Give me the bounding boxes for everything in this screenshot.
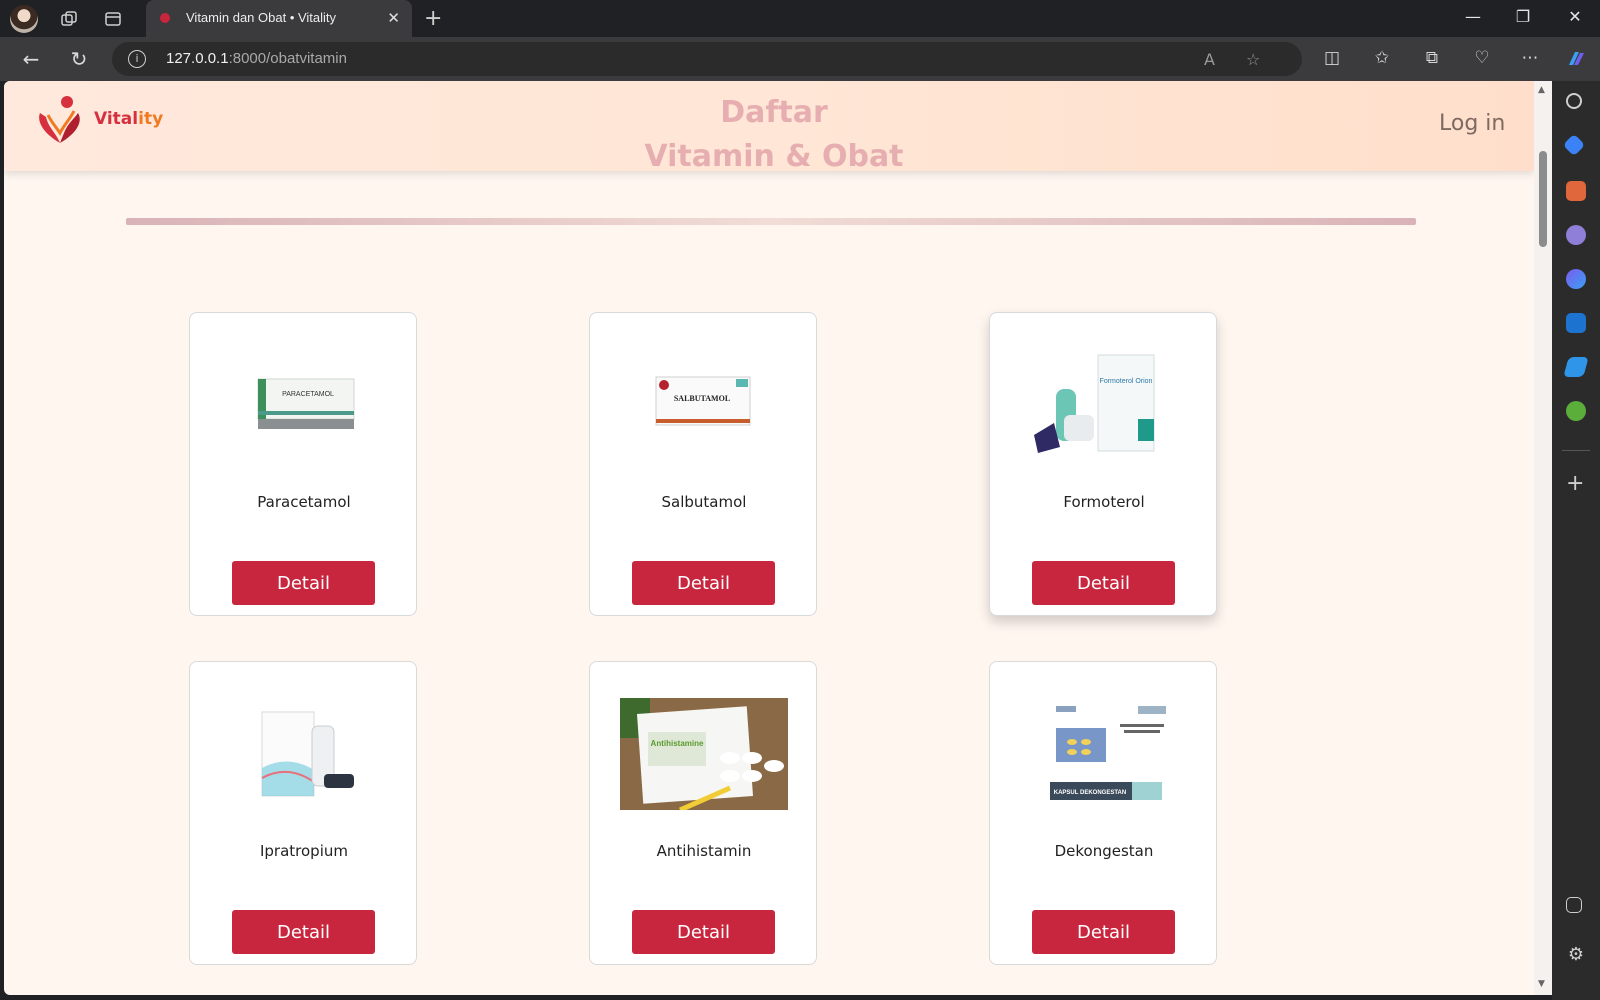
page-title: Daftar Vitamin & Obat: [634, 91, 914, 179]
detail-button-salbutamol[interactable]: Detail: [632, 561, 775, 605]
read-aloud-icon[interactable]: A: [1204, 50, 1215, 69]
sidebar-screenshot-icon[interactable]: [1566, 897, 1582, 913]
new-tab-icon[interactable]: +: [424, 6, 442, 31]
browser-toolbar: ← ↻ i 127.0.0.1:8000/obatvitamin A ☆ ◫ ✩…: [0, 37, 1600, 81]
tab-favicon-icon: [160, 13, 170, 23]
logo-text-main: Vital: [94, 109, 139, 129]
sidebar-games-icon[interactable]: [1566, 225, 1586, 245]
paracetamol-package-image: PARACETAMOL: [257, 378, 355, 429]
sidebar-tools-icon[interactable]: [1566, 181, 1586, 201]
product-card-ipratropium: Ipratropium Detail: [189, 661, 417, 965]
product-card-dekongestan: KAPSUL DEKONGESTAN Dekongestan Detail: [989, 661, 1217, 965]
detail-button-paracetamol[interactable]: Detail: [232, 561, 375, 605]
product-card-antihistamin: Antihistamine Antihistamin Detail: [589, 661, 817, 965]
scroll-thumb[interactable]: [1539, 151, 1547, 247]
logo-text[interactable]: Vitality: [94, 109, 163, 129]
vitality-logo-icon[interactable]: [34, 93, 86, 145]
page-scrollbar[interactable]: ▲ ▼: [1534, 81, 1552, 995]
sidebar-outlook-icon[interactable]: [1566, 313, 1586, 333]
tab-close-icon[interactable]: ✕: [387, 9, 400, 27]
sidebar-shopping-icon[interactable]: [1562, 133, 1586, 157]
product-name: Dekongestan: [1054, 842, 1154, 860]
formoterol-package-text: Formoterol Orion: [1100, 378, 1153, 385]
product-name: Formoterol: [1063, 493, 1145, 511]
browser-titlebar: Vitamin dan Obat • Vitality ✕ + — ❐ ✕: [0, 0, 1600, 37]
favorites-icon[interactable]: ✩: [1370, 48, 1394, 68]
url-host: 127.0.0.1: [166, 50, 229, 67]
paracetamol-package-text: PARACETAMOL: [282, 391, 334, 398]
detail-button-dekongestan[interactable]: Detail: [1032, 910, 1175, 954]
logo-text-accent: ity: [138, 109, 164, 129]
product-card-formoterol: Formoterol Orion Formoterol Detail: [989, 312, 1217, 616]
profile-avatar[interactable]: [10, 5, 38, 33]
active-tab[interactable]: Vitamin dan Obat • Vitality ✕: [146, 0, 412, 37]
product-name: Antihistamin: [656, 842, 752, 860]
edge-sidebar: + ⚙: [1552, 81, 1600, 1000]
collections-icon[interactable]: ⧉: [1420, 48, 1444, 68]
address-bar[interactable]: i 127.0.0.1:8000/obatvitamin A ☆: [112, 42, 1302, 76]
detail-button-ipratropium[interactable]: Detail: [232, 910, 375, 954]
product-card-paracetamol: PARACETAMOL Paracetamol Detail: [189, 312, 417, 616]
url-text: 127.0.0.1:8000/obatvitamin: [166, 50, 347, 67]
copilot-icon[interactable]: [1564, 48, 1588, 75]
more-menu-icon[interactable]: ⋯: [1518, 48, 1542, 68]
page-viewport: Vitality Daftar Vitamin & Obat Log in PA…: [4, 81, 1534, 995]
salbutamol-package-text: SALBUTAMOL: [674, 394, 730, 403]
close-window-icon[interactable]: ✕: [1560, 7, 1590, 26]
site-info-icon[interactable]: i: [128, 50, 146, 68]
product-card-salbutamol: SALBUTAMOL Salbutamol Detail: [589, 312, 817, 616]
sidebar-search-icon[interactable]: [1566, 93, 1582, 109]
site-header: Vitality Daftar Vitamin & Obat Log in: [4, 81, 1534, 174]
product-name: Salbutamol: [661, 493, 747, 511]
sidebar-settings-icon[interactable]: ⚙: [1566, 945, 1586, 965]
workspaces-icon[interactable]: [58, 8, 80, 30]
sidebar-add-icon[interactable]: +: [1566, 471, 1584, 496]
sidebar-extension-icon[interactable]: [1566, 401, 1586, 421]
back-icon[interactable]: ←: [20, 48, 42, 70]
sidebar-separator: [1562, 450, 1590, 451]
minimize-icon[interactable]: —: [1458, 7, 1488, 26]
scroll-down-icon[interactable]: ▼: [1538, 979, 1545, 989]
antihistamin-package-text: Antihistamine: [651, 739, 704, 748]
antihistamin-package-image: Antihistamine: [620, 698, 788, 810]
product-name: Paracetamol: [257, 493, 351, 511]
reload-icon[interactable]: ↻: [68, 48, 90, 70]
ipratropium-package-image: [261, 711, 354, 797]
browser-essentials-icon[interactable]: ♡: [1470, 48, 1494, 68]
restore-icon[interactable]: ❐: [1508, 7, 1538, 26]
sidebar-microsoft365-icon[interactable]: [1566, 269, 1586, 289]
detail-button-formoterol[interactable]: Detail: [1032, 561, 1175, 605]
detail-button-antihistamin[interactable]: Detail: [632, 910, 775, 954]
favorite-star-icon[interactable]: ☆: [1246, 50, 1260, 69]
login-link[interactable]: Log in: [1439, 111, 1505, 136]
page-title-line2: Vitamin & Obat: [644, 139, 904, 174]
page-title-line1: Daftar: [720, 95, 828, 130]
product-name: Ipratropium: [259, 842, 348, 860]
dekongestan-package-image: KAPSUL DEKONGESTAN: [1030, 702, 1178, 806]
tab-actions-icon[interactable]: [102, 8, 124, 30]
sidebar-telegram-icon[interactable]: [1563, 357, 1589, 377]
tab-title: Vitamin dan Obat • Vitality: [186, 10, 337, 25]
split-screen-icon[interactable]: ◫: [1320, 48, 1344, 68]
dekongestan-package-text: KAPSUL DEKONGESTAN: [1054, 790, 1126, 796]
scroll-up-icon[interactable]: ▲: [1538, 85, 1545, 95]
header-divider: [126, 218, 1416, 225]
salbutamol-package-image: SALBUTAMOL: [655, 376, 751, 426]
formoterol-package-image: Formoterol Orion: [1034, 354, 1155, 453]
url-path: :8000/obatvitamin: [228, 50, 347, 67]
